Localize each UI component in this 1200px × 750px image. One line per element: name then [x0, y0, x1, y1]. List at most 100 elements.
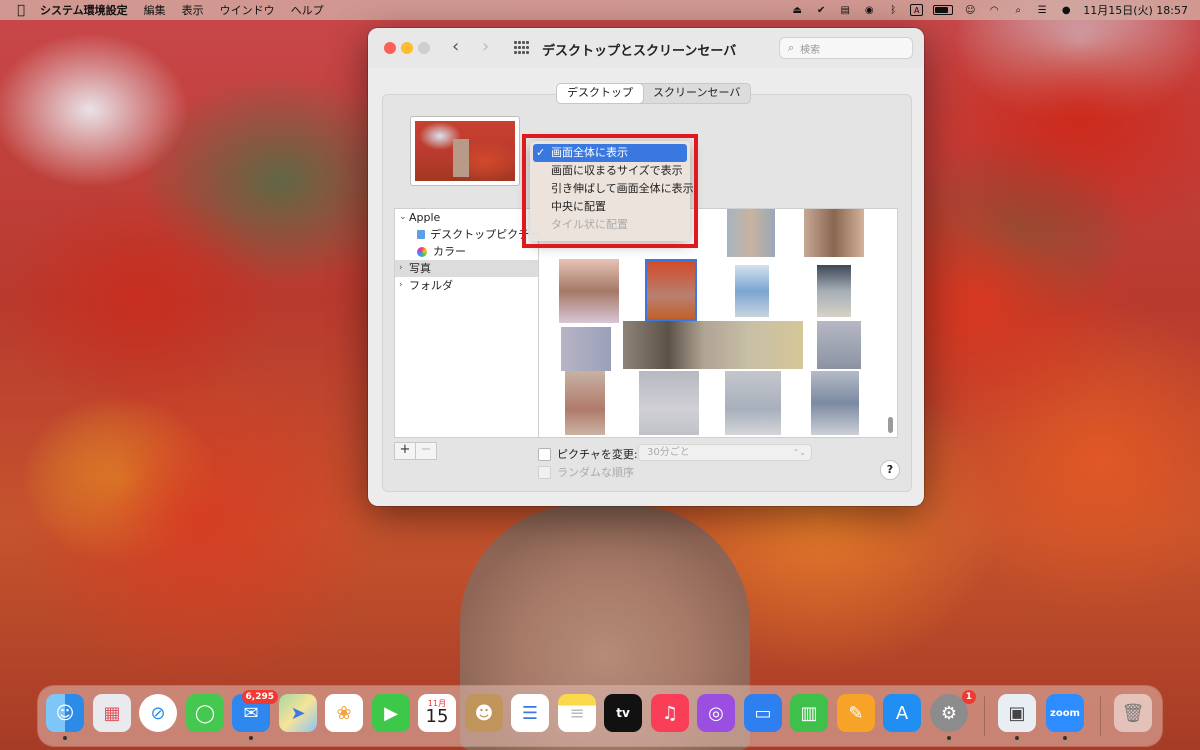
maps-icon[interactable]: ➤ — [279, 694, 317, 732]
mail-icon[interactable]: ✉ 6,295 — [232, 690, 278, 740]
change-picture-option[interactable]: ピクチャを変更: — [538, 446, 638, 462]
search-icon: ⌕ — [788, 41, 795, 54]
add-folder-button[interactable]: + — [394, 442, 416, 460]
calendar-icon[interactable]: 11月 15 — [418, 694, 456, 732]
music-icon[interactable]: ♫ — [651, 694, 689, 732]
source-item-label: 写真 — [409, 262, 431, 275]
pages-icon[interactable]: ✎ — [837, 694, 875, 732]
menu-item-stretch-to-fill[interactable]: 引き伸ばして画面全体に表示 — [533, 180, 694, 198]
wallpaper-thumbnail[interactable] — [565, 371, 605, 435]
source-group-apple[interactable]: ⌄ Apple — [395, 209, 540, 226]
wallpaper-thumbnail[interactable] — [735, 265, 769, 317]
finder-icon[interactable]: ☺ — [46, 694, 84, 740]
wallpaper-thumbnail[interactable] — [639, 371, 699, 435]
spotlight-search-icon[interactable]: ⌕ — [1011, 4, 1025, 16]
change-picture-label: ピクチャを変更: — [557, 448, 638, 461]
trash-icon[interactable]: 🗑 — [1114, 694, 1152, 732]
change-interval-value: 30分ごと — [647, 447, 690, 458]
menu-edit[interactable]: 編集 — [144, 2, 166, 18]
menu-item-fit-to-screen[interactable]: 画面に収まるサイズで表示 — [533, 162, 687, 180]
random-order-label: ランダムな順序 — [557, 466, 634, 479]
thumbnail-scrollbar[interactable] — [888, 417, 893, 433]
help-button[interactable]: ? — [880, 460, 900, 480]
podcasts-icon[interactable]: ◎ — [697, 694, 735, 732]
control-center-icon[interactable]: ☰ — [1035, 4, 1049, 16]
remove-folder-button[interactable]: − — [416, 442, 437, 460]
chevron-right-icon[interactable]: › — [399, 277, 409, 294]
wallpaper-thumbnail[interactable] — [727, 209, 775, 257]
battery-icon[interactable] — [933, 5, 954, 15]
change-picture-checkbox[interactable] — [538, 447, 551, 461]
input-source-icon[interactable]: A — [910, 4, 924, 16]
zoom-icon[interactable]: zoom — [1046, 694, 1084, 740]
add-remove-buttons: + − — [394, 442, 437, 460]
bluetooth-icon[interactable]: ᛒ — [886, 4, 900, 16]
menubar-clock[interactable]: 11月15日(火) 18:57 — [1083, 2, 1188, 18]
safari-icon[interactable]: ⊘ — [139, 694, 177, 732]
wallpaper-thumbnail[interactable] — [817, 321, 861, 369]
menu-help[interactable]: ヘルプ — [291, 2, 324, 18]
wallpaper-thumbnail[interactable] — [561, 327, 611, 371]
minimize-button[interactable] — [401, 42, 413, 54]
menu-app-name[interactable]: システム環境設定 — [40, 2, 128, 18]
photos-icon[interactable]: ❀ — [325, 694, 363, 732]
menu-item-tile: タイル状に配置 — [551, 218, 628, 231]
keynote-icon[interactable]: ▭ — [744, 694, 782, 732]
apple-menu-icon[interactable]:  — [14, 3, 28, 18]
search-field[interactable]: ⌕ 検索 — [779, 37, 913, 59]
forward-chevron-icon[interactable]: › — [482, 37, 489, 57]
wallpaper-thumbnail[interactable] — [804, 209, 864, 257]
user-icon[interactable]: ☺ — [963, 4, 977, 16]
system-preferences-badge: 1 — [961, 690, 976, 704]
source-item-desktop-pictures[interactable]: デスクトップピクチャ — [395, 226, 540, 243]
current-wallpaper-preview — [410, 116, 520, 186]
preview-icon[interactable]: ▣ — [998, 694, 1036, 740]
close-button[interactable] — [384, 42, 396, 54]
change-interval-select[interactable]: 30分ごと — [638, 444, 812, 461]
launchpad-icon[interactable]: ▦ — [93, 694, 131, 732]
tv-icon[interactable]: tv — [604, 694, 642, 732]
window-titlebar[interactable]: ‹ › デスクトップとスクリーンセーバ ⌕ 検索 — [368, 28, 924, 68]
chevron-down-icon[interactable]: ⌄ — [399, 209, 409, 226]
airdrop-icon[interactable]: ◉ — [862, 4, 876, 16]
back-chevron-icon[interactable]: ‹ — [452, 37, 459, 57]
contacts-icon[interactable]: ☻ — [465, 694, 503, 732]
facetime-icon[interactable]: ▶ — [372, 694, 410, 732]
search-placeholder: 検索 — [800, 44, 821, 56]
wallpaper-thumbnail-grid — [538, 208, 898, 438]
eject-icon[interactable]: ⏏ — [790, 4, 804, 16]
source-group-photos[interactable]: › 写真 — [395, 260, 540, 277]
source-item-label: Apple — [409, 211, 441, 224]
check-status-icon[interactable]: ✔ — [814, 4, 828, 16]
tab-screensaver[interactable]: スクリーンセーバ — [643, 84, 750, 103]
system-preferences-icon[interactable]: ⚙ 1 — [930, 690, 976, 740]
wallpaper-thumbnail[interactable] — [623, 321, 803, 369]
messages-icon[interactable]: ◯ — [186, 694, 224, 732]
menu-view[interactable]: 表示 — [182, 2, 204, 18]
wallpaper-thumbnail[interactable] — [559, 259, 619, 323]
wallpaper-thumbnail[interactable] — [817, 265, 851, 317]
random-order-checkbox[interactable] — [538, 465, 551, 479]
menu-bar:  システム環境設定 編集 表示 ウインドウ ヘルプ ⏏ ✔ ▤ ◉ ᛒ A ☺… — [0, 0, 1200, 20]
menu-window[interactable]: ウインドウ — [220, 2, 275, 18]
zoom-button[interactable] — [418, 42, 430, 54]
notes-icon[interactable]: ≡ — [558, 694, 596, 732]
source-item-colors[interactable]: カラー — [395, 243, 540, 260]
wallpaper-thumbnail[interactable] — [811, 371, 859, 435]
wifi-icon[interactable]: ◠ — [987, 4, 1001, 16]
siri-icon[interactable]: ● — [1059, 4, 1073, 16]
chevron-right-icon[interactable]: › — [399, 260, 409, 277]
wallpaper-thumbnail[interactable] — [725, 371, 781, 435]
source-group-folders[interactable]: › フォルダ — [395, 277, 540, 294]
reminders-icon[interactable]: ☰ — [511, 694, 549, 732]
menu-item-fill-screen[interactable]: ✓ 画面全体に表示 — [533, 144, 687, 162]
menu-item-center[interactable]: 中央に配置 — [533, 198, 687, 216]
app-store-icon[interactable]: A — [883, 694, 921, 732]
random-order-option[interactable]: ランダムな順序 — [538, 464, 634, 480]
tab-desktop[interactable]: デスクトップ — [557, 84, 643, 103]
dock-separator — [1100, 696, 1101, 736]
clipboard-icon[interactable]: ▤ — [838, 4, 852, 16]
numbers-icon[interactable]: ▥ — [790, 694, 828, 732]
show-all-grid-icon[interactable] — [514, 41, 529, 55]
wallpaper-thumbnail-selected[interactable] — [645, 259, 697, 321]
